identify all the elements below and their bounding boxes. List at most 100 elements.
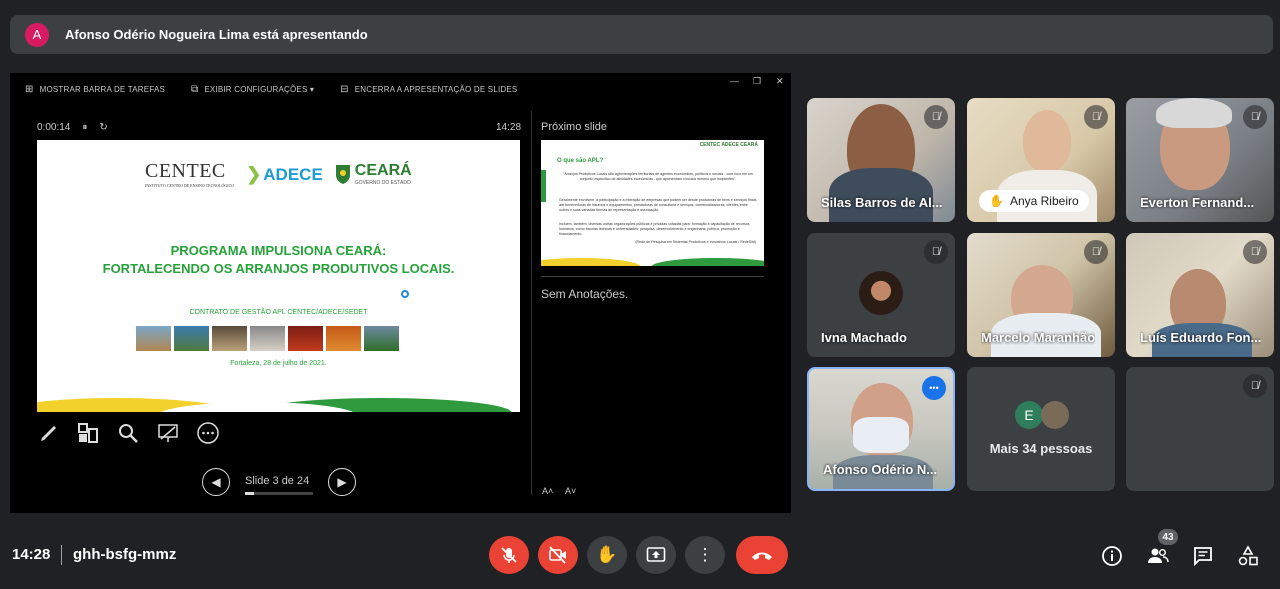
- minimize-icon[interactable]: —: [730, 76, 739, 86]
- display-settings-button[interactable]: EXIBIR CONFIGURAÇÕES ▾: [204, 85, 314, 94]
- end-call-icon: [752, 552, 772, 560]
- info-button[interactable]: [1100, 544, 1124, 568]
- increase-font-button[interactable]: A˄: [542, 486, 553, 496]
- slide-photo: [212, 326, 247, 351]
- participant-avatar: [859, 271, 903, 315]
- restore-icon[interactable]: ❐: [753, 76, 761, 87]
- ceara-logo-subtitle: GOVERNO DO ESTADO: [354, 180, 411, 186]
- taskbar-icon: ⊞: [25, 83, 34, 95]
- chevron-right-icon: ▶: [337, 475, 347, 489]
- adece-logo-text: ADECE: [263, 164, 323, 184]
- mic-off-icon: 🎙̸: [1084, 240, 1108, 264]
- presenter-toolbar: ⊞ MOSTRAR BARRA DE TAREFAS ⧉ EXIBIR CONF…: [25, 80, 517, 98]
- close-icon[interactable]: ✕: [776, 76, 784, 87]
- divider: [541, 276, 764, 277]
- previous-slide-button[interactable]: ◀: [202, 468, 230, 496]
- present-screen-icon: [646, 547, 666, 562]
- current-slide: CENTEC INSTITUTO CENTRO DE ENSINO TECNOL…: [37, 140, 520, 412]
- more-options-icon[interactable]: •••: [922, 376, 946, 400]
- reset-timer-icon[interactable]: ↻: [99, 122, 107, 133]
- next-slide-logos: CENTEC ADECE CEARÁ: [699, 142, 758, 148]
- present-now-button[interactable]: [636, 536, 676, 574]
- slide-photo: [326, 326, 361, 351]
- centec-logo-text: CENTEC: [145, 160, 226, 182]
- participant-name: Luís Eduardo Fon...: [1140, 330, 1262, 345]
- participant-hair: [1156, 98, 1232, 128]
- slide-photo: [288, 326, 323, 351]
- more-slide-options-icon[interactable]: [195, 420, 221, 446]
- black-screen-icon[interactable]: [155, 420, 181, 446]
- more-participants-tile[interactable]: E Mais 34 pessoas: [967, 367, 1115, 491]
- next-slide-accent: [541, 170, 546, 202]
- participant-name: Everton Fernand...: [1140, 195, 1255, 210]
- more-options-button[interactable]: ⋮: [685, 536, 725, 574]
- centec-logo: CENTEC INSTITUTO CENTRO DE ENSINO TECNOL…: [145, 160, 234, 188]
- people-button[interactable]: [1146, 544, 1170, 568]
- participant-tile-active[interactable]: ••• Afonso Odério N...: [807, 367, 955, 491]
- chat-icon: [1194, 547, 1212, 567]
- speaker-notes: Sem Anotações.: [541, 287, 629, 301]
- next-slide-source: (Rede de Pesquisa em Sistemas Produtivos…: [635, 240, 756, 244]
- slide-title-line2: FORTALECENDO OS ARRANJOS PRODUTIVOS LOCA…: [102, 261, 455, 276]
- end-slideshow-button[interactable]: ENCERRA A APRESENTAÇÃO DE SLIDES: [355, 85, 518, 94]
- next-slide-body2: Geralmente envolvem: a participação e a …: [559, 198, 757, 212]
- participant-tile[interactable]: 🎙̸ Marcelo Maranhão: [967, 233, 1115, 357]
- mic-off-icon: 🎙̸: [1243, 240, 1267, 264]
- chevron-left-icon: ◀: [211, 475, 221, 489]
- participant-name: Anya Ribeiro: [1009, 194, 1079, 208]
- slide-photo: [174, 326, 209, 351]
- presenter-banner: A Afonso Odério Nogueira Lima está apres…: [10, 15, 1273, 54]
- next-slide-wave-green: [651, 258, 764, 266]
- participant-avatar: E: [1015, 401, 1043, 429]
- centec-logo-subtitle: INSTITUTO CENTRO DE ENSINO TECNOLÓGICO: [145, 183, 235, 188]
- participant-tile[interactable]: 🎙̸: [1126, 367, 1274, 491]
- mic-off-icon: 🎙̸: [1243, 105, 1267, 129]
- participant-tile[interactable]: 🎙̸ Luís Eduardo Fon...: [1126, 233, 1274, 357]
- activities-button[interactable]: [1236, 544, 1260, 568]
- participant-tile[interactable]: 🎙̸ Silas Barros de Al...: [807, 98, 955, 222]
- participant-video: [1023, 110, 1071, 172]
- divider: [531, 111, 532, 495]
- people-count-badge: 43: [1158, 529, 1178, 545]
- hand-raised-badge: ✋ Anya Ribeiro: [979, 190, 1089, 212]
- next-slide-body3: Incluem, também, diversas outras organiz…: [559, 222, 750, 236]
- timer-value: 0:00:14: [37, 122, 71, 133]
- next-slide-wave-yellow: [541, 258, 641, 266]
- info-icon: [1102, 546, 1122, 566]
- slide-contract: CONTRATO DE GESTÃO APL CENTEC/ADECE/SEDE…: [189, 309, 368, 316]
- zoom-icon[interactable]: [115, 420, 141, 446]
- mic-off-icon: 🎙̸: [1084, 105, 1108, 129]
- camera-off-button[interactable]: [538, 536, 578, 574]
- people-icon: [1148, 548, 1169, 563]
- meeting-code: ghh-bsfg-mmz: [73, 546, 177, 563]
- mic-off-icon: [501, 547, 517, 563]
- slide-photo: [136, 326, 171, 351]
- slide-progress-bar: [245, 492, 313, 495]
- mic-off-button[interactable]: [489, 536, 529, 574]
- participant-tile[interactable]: 🎙̸ Everton Fernand...: [1126, 98, 1274, 222]
- slide-progress-fill: [245, 492, 254, 495]
- participant-name: Silas Barros de Al...: [821, 195, 943, 210]
- decrease-font-button[interactable]: A˅: [565, 486, 576, 496]
- slide-title-line1: PROGRAMA IMPULSIONA CEARÁ:: [170, 243, 387, 258]
- cursor-icon: [401, 290, 409, 298]
- next-slide-preview[interactable]: CENTEC ADECE CEARÁ O que são APL? "Arran…: [541, 140, 764, 266]
- end-call-button[interactable]: [736, 536, 788, 574]
- meeting-time: 14:28: [12, 546, 51, 563]
- raise-hand-button[interactable]: ✋: [587, 536, 627, 574]
- chat-button[interactable]: [1191, 544, 1215, 568]
- participant-name: Marcelo Maranhão: [981, 330, 1096, 345]
- see-all-slides-icon[interactable]: [75, 420, 101, 446]
- more-participants-label: Mais 34 pessoas: [989, 441, 1093, 456]
- slide-counter: Slide 3 de 24: [245, 475, 310, 487]
- participant-tile[interactable]: 🎙̸ Ivna Machado: [807, 233, 955, 357]
- pen-icon[interactable]: [36, 420, 62, 446]
- activities-icon: [1238, 545, 1258, 566]
- participant-tile[interactable]: 🎙̸ ✋ Anya Ribeiro: [967, 98, 1115, 222]
- next-slide-label: Próximo slide: [541, 121, 608, 133]
- slide-logos: CENTEC INSTITUTO CENTRO DE ENSINO TECNOL…: [145, 160, 412, 188]
- show-taskbar-button[interactable]: MOSTRAR BARRA DE TAREFAS: [40, 85, 165, 94]
- next-slide-button[interactable]: ▶: [328, 468, 356, 496]
- pause-icon[interactable]: ⏸: [82, 122, 87, 133]
- adece-logo: ❯ ADECE: [246, 164, 323, 185]
